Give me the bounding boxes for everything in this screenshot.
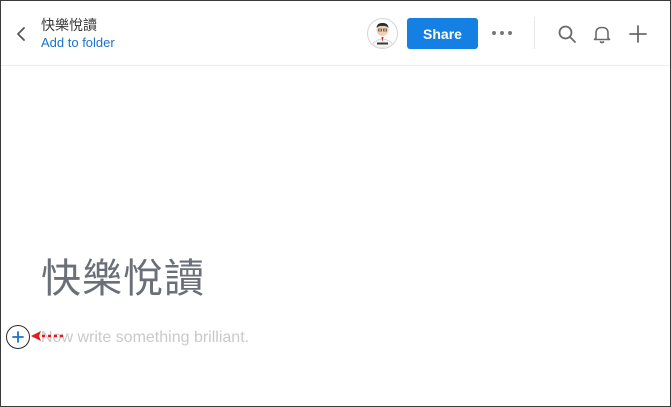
notifications-button[interactable]	[590, 22, 614, 46]
bell-icon	[593, 26, 611, 44]
more-icon	[492, 31, 512, 35]
avatar[interactable]	[367, 18, 398, 49]
plus-icon	[629, 25, 647, 43]
annotation-arrow	[31, 331, 63, 341]
search-icon	[558, 25, 576, 43]
search-button[interactable]	[555, 22, 579, 46]
add-block-icon	[12, 331, 24, 343]
more-options-button[interactable]	[489, 21, 515, 45]
back-button[interactable]	[11, 23, 31, 45]
add-block-button[interactable]	[6, 325, 30, 349]
body-placeholder[interactable]: Now write something brilliant.	[41, 329, 249, 347]
app-window: 快樂悅讀 Add to folder Share 快樂悅讀 Now write …	[0, 0, 671, 407]
avatar-image	[372, 22, 393, 48]
new-item-button[interactable]	[626, 22, 650, 46]
document-title: 快樂悅讀	[41, 18, 97, 34]
top-bar: 快樂悅讀 Add to folder Share	[1, 1, 670, 66]
chevron-left-icon	[17, 27, 25, 41]
add-to-folder-link[interactable]: Add to folder	[41, 35, 115, 50]
share-button[interactable]: Share	[407, 18, 478, 49]
document-heading[interactable]: 快樂悅讀	[41, 246, 205, 304]
toolbar-divider	[534, 17, 535, 49]
